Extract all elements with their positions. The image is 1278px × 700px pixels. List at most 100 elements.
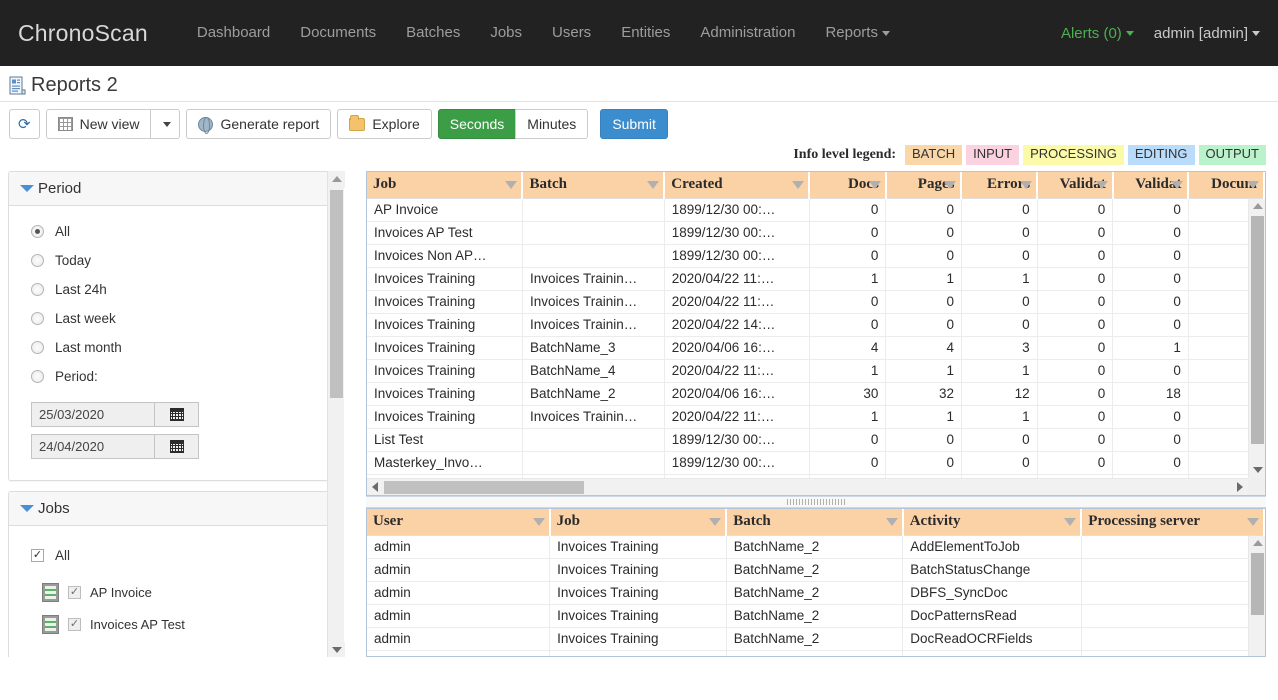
arrow-right-icon[interactable] (1237, 481, 1243, 492)
batch-grid-column-header[interactable]: Errors (961, 171, 1039, 200)
table-row[interactable]: admin Invoices Training BatchName_2 DBFS_Sy… (367, 581, 1265, 606)
batch-grid-column-header[interactable]: Validat (1037, 171, 1114, 200)
scrollbar-thumb[interactable] (384, 480, 584, 494)
date-to-input[interactable] (31, 433, 155, 459)
sort-arrow-icon[interactable] (1247, 517, 1259, 526)
sort-arrow-icon[interactable] (885, 517, 898, 526)
table-row[interactable]: List Test1899/12/30 00:…000000 (367, 428, 1265, 453)
explore-button[interactable]: Explore (337, 109, 432, 139)
table-row[interactable]: Invoices Training Invoices Trainin… 2020/0… (367, 313, 1265, 338)
sort-arrow-icon[interactable] (505, 180, 518, 189)
batch-grid: Job Batch Created Docs Pages Errors Validat Val… (366, 170, 1266, 496)
sort-arrow-icon[interactable] (868, 180, 881, 189)
activity-grid-column-header[interactable]: Job (549, 508, 728, 537)
scrollbar-thumb[interactable] (1251, 552, 1264, 615)
batch-grid-horizontal-scrollbar[interactable] (367, 477, 1248, 495)
scrollbar-up-button[interactable] (1249, 535, 1265, 551)
activity-grid-column-header[interactable]: Processing server (1081, 508, 1265, 537)
new-view-button[interactable]: New view (45, 109, 152, 139)
batch-grid-column-header[interactable]: Batch (522, 171, 666, 200)
date-from-calendar-button[interactable] (155, 401, 199, 427)
scrollbar-thumb[interactable] (330, 189, 343, 398)
nav-item-jobs[interactable]: Jobs (475, 0, 537, 66)
date-to-calendar-button[interactable] (155, 433, 199, 459)
batch-grid-column-header[interactable]: Job (367, 171, 524, 200)
scrollbar-thumb[interactable] (1251, 215, 1264, 444)
batch-grid-column-header[interactable]: Docum (1188, 171, 1265, 200)
nav-item-administration[interactable]: Administration (685, 0, 810, 66)
table-row[interactable]: Invoices Training Invoices Trainin… 2020/0… (367, 290, 1265, 315)
sort-arrow-icon[interactable] (1064, 517, 1077, 526)
activity-grid-column-header[interactable]: User (367, 508, 551, 537)
sort-arrow-icon[interactable] (1247, 180, 1259, 189)
table-row[interactable]: Invoices Training Invoices Trainin… 2020/0… (367, 405, 1265, 430)
sort-arrow-icon[interactable] (1095, 180, 1108, 189)
table-row[interactable]: Masterkey_Invo…1899/12/30 00:…000000 (367, 451, 1265, 476)
nav-user-menu[interactable]: admin [admin] (1144, 25, 1264, 42)
table-row[interactable]: Invoices Non AP…1899/12/30 00:…000000 (367, 244, 1265, 269)
activity-grid-vertical-scrollbar[interactable] (1248, 535, 1265, 656)
activity-grid-column-header[interactable]: Batch (726, 508, 904, 537)
table-cell: Invoices Trainin… (522, 290, 665, 315)
batch-grid-vertical-scrollbar[interactable] (1248, 198, 1265, 495)
batch-grid-column-header[interactable]: Validat (1112, 171, 1190, 200)
arrow-left-icon[interactable] (372, 481, 378, 492)
scrollbar-down-button[interactable] (1249, 462, 1265, 478)
period-option-last-week[interactable]: Last week (31, 311, 333, 326)
scrollbar-up-button[interactable] (328, 170, 345, 188)
jobs-filter-item[interactable]: ✓ AP Invoice (42, 582, 333, 602)
scrollbar-down-button[interactable] (328, 641, 345, 657)
seconds-toggle-button[interactable]: Seconds (437, 109, 517, 139)
minutes-toggle-button[interactable]: Minutes (515, 109, 589, 139)
nav-item-users[interactable]: Users (537, 0, 606, 66)
period-option-all[interactable]: All (31, 224, 333, 239)
period-option-last-month[interactable]: Last month (31, 340, 333, 355)
nav-item-reports[interactable]: Reports (810, 0, 905, 66)
table-row[interactable]: Invoices Training BatchName_3 2020/04/06 1… (367, 336, 1265, 361)
jobs-filter-all[interactable]: ✓ All (31, 548, 333, 563)
nav-item-dashboard[interactable]: Dashboard (182, 0, 285, 66)
submit-button[interactable]: Submit (600, 109, 668, 139)
sort-arrow-icon[interactable] (1020, 180, 1033, 189)
sort-arrow-icon[interactable] (709, 517, 722, 526)
jobs-panel-header[interactable]: Jobs (9, 491, 333, 526)
nav-item-batches[interactable]: Batches (391, 0, 475, 66)
table-row[interactable]: Invoices AP Test1899/12/30 00:…000000 (367, 221, 1265, 246)
sort-arrow-icon[interactable] (944, 180, 957, 189)
table-row[interactable]: admin Invoices Training BatchName_2 AddElem… (367, 535, 1265, 560)
date-from-input[interactable] (31, 401, 155, 427)
scrollbar-up-button[interactable] (1249, 198, 1265, 214)
table-row[interactable]: admin Invoices Training BatchName_2 DocPatt… (367, 604, 1265, 629)
table-row[interactable]: admin Invoices Training BatchName_2 DocRead… (367, 627, 1265, 652)
activity-grid-column-header[interactable]: Activity (902, 508, 1083, 537)
sort-arrow-icon[interactable] (647, 180, 660, 189)
sort-arrow-icon[interactable] (1171, 180, 1184, 189)
nav-item-entities[interactable]: Entities (606, 0, 685, 66)
table-row[interactable]: Invoices Training Invoices Trainin… 2020/0… (367, 267, 1265, 292)
info-level-legend: Info level legend: BATCH INPUT PROCESSIN… (0, 139, 1278, 165)
brand-logo[interactable]: ChronoScan (18, 20, 148, 47)
table-row[interactable]: AP Invoice1899/12/30 00:…000000 (367, 198, 1265, 223)
sort-arrow-icon[interactable] (792, 180, 805, 189)
period-panel-header[interactable]: Period (9, 171, 333, 206)
period-option-today[interactable]: Today (31, 253, 333, 268)
period-option-custom[interactable]: Period: (31, 369, 333, 384)
generate-report-button[interactable]: Generate report (186, 109, 332, 139)
table-row[interactable]: adminInvoices TrainingBatchName_2DocStat… (367, 650, 1265, 656)
refresh-button[interactable]: ⟳ (9, 109, 40, 139)
batch-grid-column-header[interactable]: Created (664, 171, 811, 200)
batch-grid-column-header[interactable]: Docs (809, 171, 887, 200)
table-row[interactable]: admin Invoices Training BatchName_2 BatchSt… (367, 558, 1265, 583)
period-option-last-24h[interactable]: Last 24h (31, 282, 333, 297)
batch-grid-column-header[interactable]: Pages (885, 171, 963, 200)
grid-splitter[interactable] (366, 495, 1266, 508)
sort-arrow-icon[interactable] (532, 517, 545, 526)
sidebar-scrollbar[interactable] (327, 170, 345, 657)
table-row[interactable]: Invoices Training BatchName_2 2020/04/06 1… (367, 382, 1265, 407)
table-row[interactable]: Invoices Training BatchName_4 2020/04/22 1… (367, 359, 1265, 384)
jobs-filter-item[interactable]: ✓ Invoices AP Test (42, 614, 333, 634)
new-view-dropdown-button[interactable] (150, 109, 181, 139)
nav-alerts[interactable]: Alerts (0) (1043, 25, 1144, 42)
table-cell: BatchName_2 (726, 535, 904, 560)
nav-item-documents[interactable]: Documents (285, 0, 391, 66)
